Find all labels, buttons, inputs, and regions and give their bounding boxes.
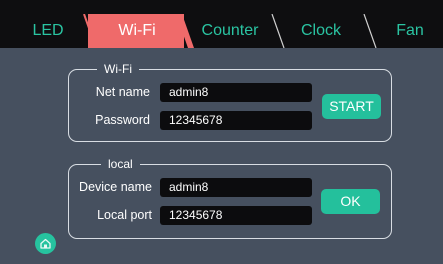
wifi-legend: Wi-Fi: [97, 61, 139, 77]
net-name-label: Net name: [95, 85, 150, 99]
net-name-field[interactable]: admin8: [160, 83, 312, 102]
tab-separator: [268, 14, 288, 48]
tab-separator: [176, 14, 196, 48]
local-legend: local: [101, 156, 140, 172]
local-port-field[interactable]: 12345678: [160, 206, 312, 225]
start-button[interactable]: START: [322, 94, 381, 119]
home-icon[interactable]: [35, 233, 56, 254]
tab-fan[interactable]: Fan: [388, 14, 432, 48]
tab-wifi[interactable]: Wi-Fi: [98, 14, 176, 48]
device-name-label: Device name: [79, 180, 152, 194]
device-name-field[interactable]: admin8: [160, 178, 312, 197]
tab-clock[interactable]: Clock: [290, 14, 352, 48]
tab-separator: [78, 14, 98, 48]
password-field[interactable]: 12345678: [160, 111, 312, 130]
tab-separator: [360, 14, 380, 48]
password-label: Password: [95, 113, 150, 127]
tab-led[interactable]: LED: [18, 14, 78, 48]
local-port-label: Local port: [97, 208, 152, 222]
tab-counter[interactable]: Counter: [194, 14, 266, 48]
tab-bar: LED Wi-Fi Counter Clock Fan: [0, 0, 443, 48]
ok-button[interactable]: OK: [321, 189, 380, 214]
